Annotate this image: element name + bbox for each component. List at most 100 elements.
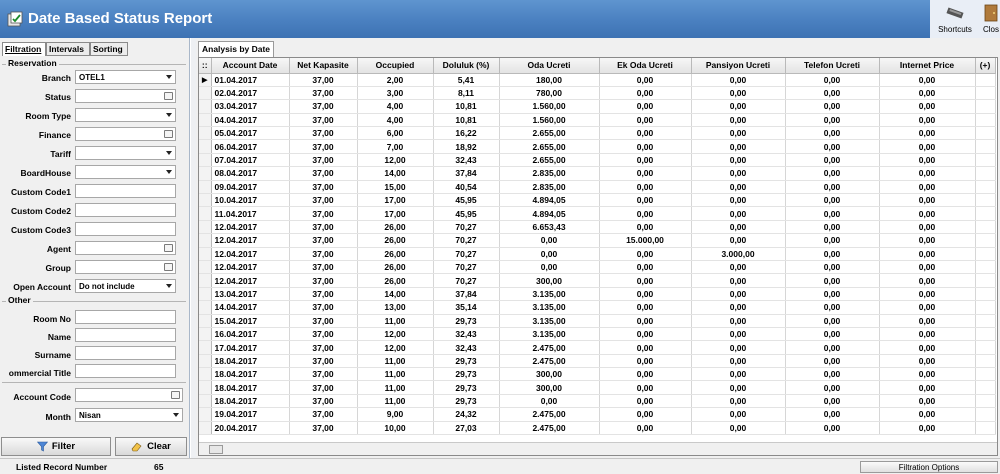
- table-cell[interactable]: 0,00: [785, 314, 880, 328]
- table-cell[interactable]: 0,00: [879, 99, 976, 114]
- col-ek-oda-ucreti[interactable]: Ek Oda Ucreti: [599, 58, 692, 74]
- table-cell[interactable]: 15,00: [357, 180, 434, 195]
- table-row[interactable]: 16.04.2017 37,00 12,00 32,43 3.135,00 0,00 0,0…: [199, 327, 996, 342]
- table-cell[interactable]: 0,00: [879, 180, 976, 195]
- table-cell[interactable]: 16,22: [433, 126, 500, 141]
- table-cell[interactable]: 37,00: [289, 193, 358, 208]
- table-cell[interactable]: 0,00: [785, 380, 880, 395]
- table-cell[interactable]: 0,00: [879, 153, 976, 168]
- table-cell[interactable]: 04.04.2017: [211, 113, 290, 128]
- table-cell[interactable]: 0,00: [691, 153, 786, 168]
- custom-code2-input[interactable]: [75, 203, 176, 217]
- table-cell[interactable]: 0,00: [879, 394, 976, 409]
- table-cell[interactable]: 0,00: [691, 113, 786, 128]
- table-cell[interactable]: 0,00: [599, 73, 692, 87]
- table-cell[interactable]: 3,00: [357, 86, 434, 101]
- table-cell[interactable]: 0,00: [785, 86, 880, 101]
- table-cell[interactable]: 2.655,00: [499, 139, 600, 154]
- row-indicator[interactable]: [199, 394, 212, 409]
- table-cell[interactable]: 0,00: [691, 380, 786, 395]
- table-cell[interactable]: 0,00: [691, 340, 786, 355]
- table-cell[interactable]: 37,00: [289, 86, 358, 101]
- table-cell[interactable]: 14.04.2017: [211, 300, 290, 315]
- table-cell[interactable]: 0,00: [499, 233, 600, 248]
- table-cell[interactable]: 0,00: [785, 126, 880, 141]
- table-row[interactable]: 14.04.2017 37,00 13,00 35,14 3.135,00 0,00 0,0…: [199, 300, 996, 315]
- table-cell[interactable]: 37,00: [289, 260, 358, 275]
- table-cell[interactable]: 0,00: [785, 354, 880, 369]
- table-cell[interactable]: 0,00: [691, 180, 786, 195]
- table-cell[interactable]: 17,00: [357, 206, 434, 221]
- table-cell[interactable]: 0,00: [499, 260, 600, 275]
- table-cell[interactable]: 0,00: [599, 180, 692, 195]
- row-indicator[interactable]: [199, 233, 212, 248]
- row-indicator[interactable]: [199, 340, 212, 355]
- table-cell[interactable]: 10.04.2017: [211, 193, 290, 208]
- table-cell[interactable]: 0,00: [879, 247, 976, 261]
- table-cell[interactable]: 40,54: [433, 180, 500, 195]
- table-cell[interactable]: 37,00: [289, 380, 358, 395]
- table-cell[interactable]: 37,00: [289, 421, 358, 436]
- table-cell[interactable]: 20.04.2017: [211, 421, 290, 436]
- row-indicator[interactable]: [199, 180, 212, 195]
- table-cell[interactable]: 0,00: [785, 394, 880, 409]
- table-cell[interactable]: 24,32: [433, 407, 500, 422]
- row-indicator[interactable]: [199, 407, 212, 422]
- table-cell[interactable]: 180,00: [499, 73, 600, 87]
- table-cell[interactable]: 2.475,00: [499, 407, 600, 422]
- table-cell[interactable]: 0,00: [691, 260, 786, 275]
- table-cell[interactable]: 0,00: [785, 206, 880, 221]
- table-row[interactable]: 08.04.2017 37,00 14,00 37,84 2.835,00 0,00 0,0…: [199, 166, 996, 181]
- table-cell[interactable]: 0,00: [599, 340, 692, 355]
- table-cell[interactable]: 0,00: [599, 421, 692, 436]
- table-row[interactable]: 18.04.2017 37,00 11,00 29,73 300,00 0,00 0,00 0…: [199, 367, 996, 382]
- account-code-field[interactable]: [75, 388, 183, 402]
- shortcuts-button[interactable]: Shortcuts: [934, 2, 976, 38]
- table-cell[interactable]: 0,00: [879, 126, 976, 141]
- table-cell[interactable]: 0,00: [879, 233, 976, 248]
- col-telefon-ucreti[interactable]: Telefon Ucreti: [785, 58, 880, 74]
- table-cell[interactable]: 300,00: [499, 273, 600, 288]
- table-cell[interactable]: 0,00: [785, 247, 880, 261]
- table-row[interactable]: 07.04.2017 37,00 12,00 32,43 2.655,00 0,00 0,0…: [199, 153, 996, 168]
- table-cell[interactable]: 08.04.2017: [211, 166, 290, 181]
- table-cell[interactable]: 29,73: [433, 367, 500, 382]
- table-cell[interactable]: 0,00: [785, 139, 880, 154]
- filter-button[interactable]: Filter: [1, 437, 111, 456]
- table-row[interactable]: 17.04.2017 37,00 12,00 32,43 2.475,00 0,00 0,0…: [199, 340, 996, 355]
- table-cell[interactable]: 37,00: [289, 287, 358, 302]
- table-cell[interactable]: 6,00: [357, 126, 434, 141]
- table-row[interactable]: 10.04.2017 37,00 17,00 45,95 4.894,05 0,00 0,0…: [199, 193, 996, 208]
- table-cell[interactable]: 11.04.2017: [211, 206, 290, 221]
- table-cell[interactable]: 780,00: [499, 86, 600, 101]
- filtration-options-button[interactable]: Filtration Options: [860, 461, 998, 473]
- table-cell[interactable]: 70,27: [433, 220, 500, 235]
- row-indicator[interactable]: [199, 193, 212, 208]
- table-row[interactable]: 09.04.2017 37,00 15,00 40,54 2.835,00 0,00 0,0…: [199, 180, 996, 195]
- table-cell[interactable]: 0,00: [879, 300, 976, 315]
- table-cell[interactable]: 300,00: [499, 380, 600, 395]
- table-cell[interactable]: 0,00: [691, 166, 786, 181]
- table-cell[interactable]: 13.04.2017: [211, 287, 290, 302]
- table-cell[interactable]: 0,00: [691, 314, 786, 328]
- custom-code1-input[interactable]: [75, 184, 176, 198]
- name-input[interactable]: [75, 328, 176, 342]
- tab-intervals[interactable]: Intervals: [46, 42, 90, 56]
- ellipsis-icon[interactable]: [171, 391, 180, 399]
- table-cell[interactable]: 1.560,00: [499, 113, 600, 128]
- table-cell[interactable]: 17.04.2017: [211, 340, 290, 355]
- table-cell[interactable]: 18.04.2017: [211, 394, 290, 409]
- table-row[interactable]: 18.04.2017 37,00 11,00 29,73 2.475,00 0,00 0,0…: [199, 354, 996, 369]
- row-indicator[interactable]: [199, 300, 212, 315]
- table-cell[interactable]: 0,00: [691, 300, 786, 315]
- table-cell[interactable]: 32,43: [433, 153, 500, 168]
- table-cell[interactable]: 37,00: [289, 340, 358, 355]
- table-cell[interactable]: 11,00: [357, 354, 434, 369]
- table-cell[interactable]: 0,00: [691, 73, 786, 87]
- table-cell[interactable]: 0,00: [599, 327, 692, 342]
- table-cell[interactable]: 37,00: [289, 300, 358, 315]
- table-cell[interactable]: 37,00: [289, 139, 358, 154]
- table-row[interactable]: 20.04.2017 37,00 10,00 27,03 2.475,00 0,00 0,0…: [199, 421, 996, 436]
- table-cell[interactable]: 2,00: [357, 73, 434, 87]
- month-select[interactable]: Nisan: [75, 408, 183, 422]
